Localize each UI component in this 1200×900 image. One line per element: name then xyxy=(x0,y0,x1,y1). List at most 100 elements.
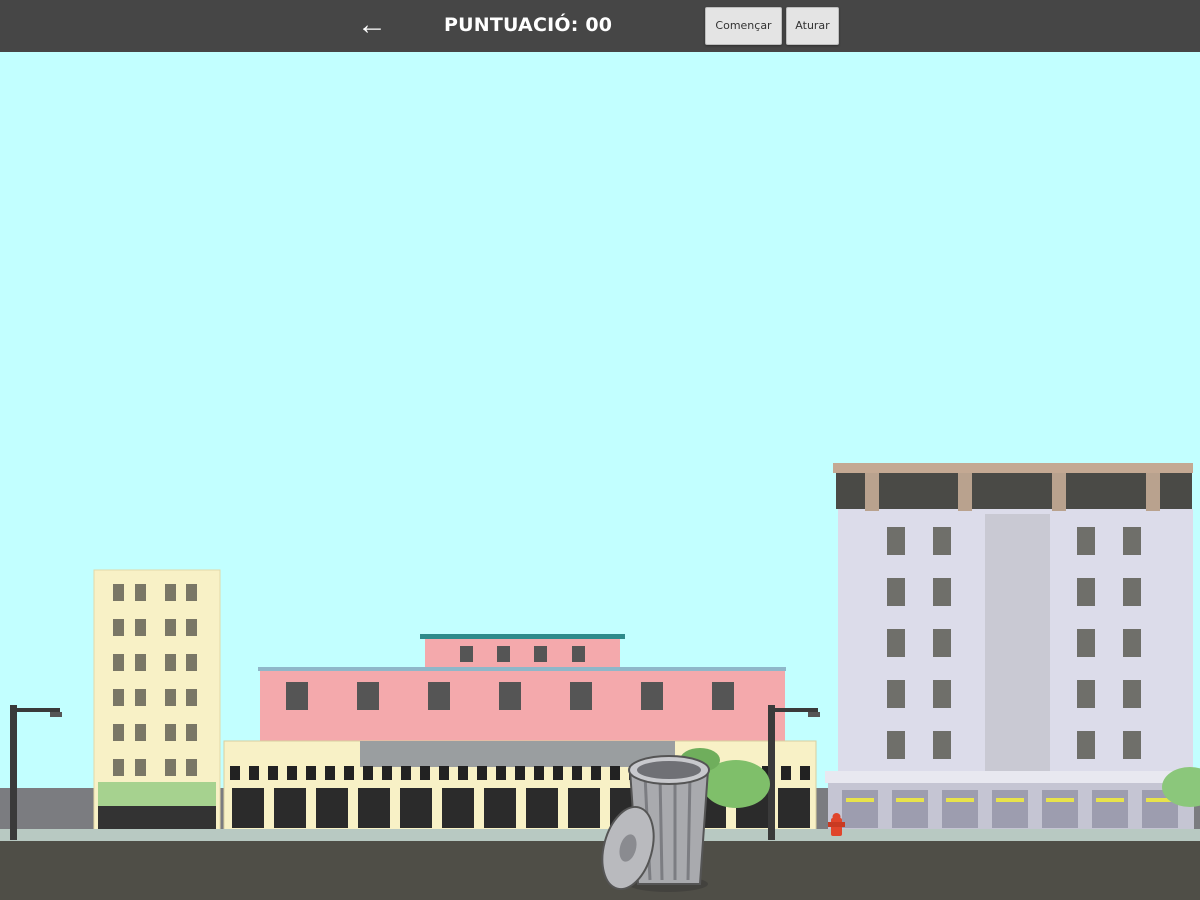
window xyxy=(497,646,510,662)
window xyxy=(135,689,146,706)
window xyxy=(135,619,146,636)
window xyxy=(286,682,308,710)
window xyxy=(232,788,264,828)
window xyxy=(113,619,124,636)
window xyxy=(186,619,197,636)
window xyxy=(274,788,306,828)
window xyxy=(1123,629,1141,657)
window xyxy=(1077,578,1095,606)
window xyxy=(428,682,450,710)
pillar xyxy=(1052,473,1066,511)
window xyxy=(165,689,176,706)
window xyxy=(1123,680,1141,708)
window xyxy=(610,766,620,780)
shop-sign xyxy=(1096,798,1124,802)
pillar xyxy=(1146,473,1160,511)
window xyxy=(1077,731,1095,759)
window xyxy=(420,766,430,780)
window xyxy=(570,682,592,710)
window xyxy=(363,766,373,780)
window xyxy=(591,766,601,780)
window xyxy=(641,682,663,710)
window xyxy=(113,654,124,671)
window xyxy=(526,788,558,828)
window xyxy=(268,766,278,780)
window xyxy=(887,629,905,657)
stop-button[interactable]: Aturar xyxy=(786,7,839,45)
window xyxy=(1123,731,1141,759)
window xyxy=(568,788,600,828)
window xyxy=(933,527,951,555)
window xyxy=(572,646,585,662)
window xyxy=(186,759,197,776)
window xyxy=(712,682,734,710)
road xyxy=(0,841,1200,900)
score-label: PUNTUACIÓ: xyxy=(444,14,579,36)
score-display: PUNTUACIÓ: 00 xyxy=(444,14,612,36)
window xyxy=(439,766,449,780)
window xyxy=(534,646,547,662)
window xyxy=(186,584,197,601)
window xyxy=(165,759,176,776)
window xyxy=(515,766,525,780)
window xyxy=(1077,527,1095,555)
window xyxy=(186,689,197,706)
shop-sign xyxy=(996,798,1024,802)
window xyxy=(887,680,905,708)
window xyxy=(1123,578,1141,606)
window xyxy=(572,766,582,780)
window xyxy=(113,584,124,601)
shop-window xyxy=(892,790,928,828)
shop-sign xyxy=(896,798,924,802)
window xyxy=(499,682,521,710)
window xyxy=(458,766,468,780)
game-scene xyxy=(0,52,1200,900)
window xyxy=(316,788,348,828)
window xyxy=(933,629,951,657)
pillar xyxy=(958,473,972,511)
shop-window xyxy=(1042,790,1078,828)
window xyxy=(287,766,297,780)
start-button[interactable]: Començar xyxy=(705,7,782,45)
top-bar: ← PUNTUACIÓ: 00 Començar Aturar xyxy=(0,0,1200,52)
window xyxy=(496,766,506,780)
window xyxy=(165,584,176,601)
window xyxy=(477,766,487,780)
pillar xyxy=(865,473,879,511)
window xyxy=(113,689,124,706)
window xyxy=(113,759,124,776)
window xyxy=(887,731,905,759)
window xyxy=(553,766,563,780)
score-value: 00 xyxy=(585,14,613,36)
window xyxy=(306,766,316,780)
window xyxy=(358,788,390,828)
window xyxy=(135,759,146,776)
window xyxy=(933,578,951,606)
window xyxy=(357,682,379,710)
window xyxy=(186,724,197,741)
window xyxy=(186,654,197,671)
window xyxy=(382,766,392,780)
window xyxy=(1077,629,1095,657)
window xyxy=(165,654,176,671)
window xyxy=(778,788,810,828)
window xyxy=(344,766,354,780)
shop-sign xyxy=(946,798,974,802)
window xyxy=(933,680,951,708)
window xyxy=(887,527,905,555)
window xyxy=(460,646,473,662)
shop-window xyxy=(842,790,878,828)
back-arrow-icon[interactable]: ← xyxy=(352,8,392,44)
window xyxy=(800,766,810,780)
cream-building xyxy=(93,569,221,831)
white-building xyxy=(825,463,1195,831)
window xyxy=(165,724,176,741)
window xyxy=(135,724,146,741)
window xyxy=(534,766,544,780)
window xyxy=(400,788,432,828)
shop-window xyxy=(992,790,1028,828)
window xyxy=(113,724,124,741)
window xyxy=(442,788,474,828)
window xyxy=(484,788,516,828)
shop-window xyxy=(942,790,978,828)
